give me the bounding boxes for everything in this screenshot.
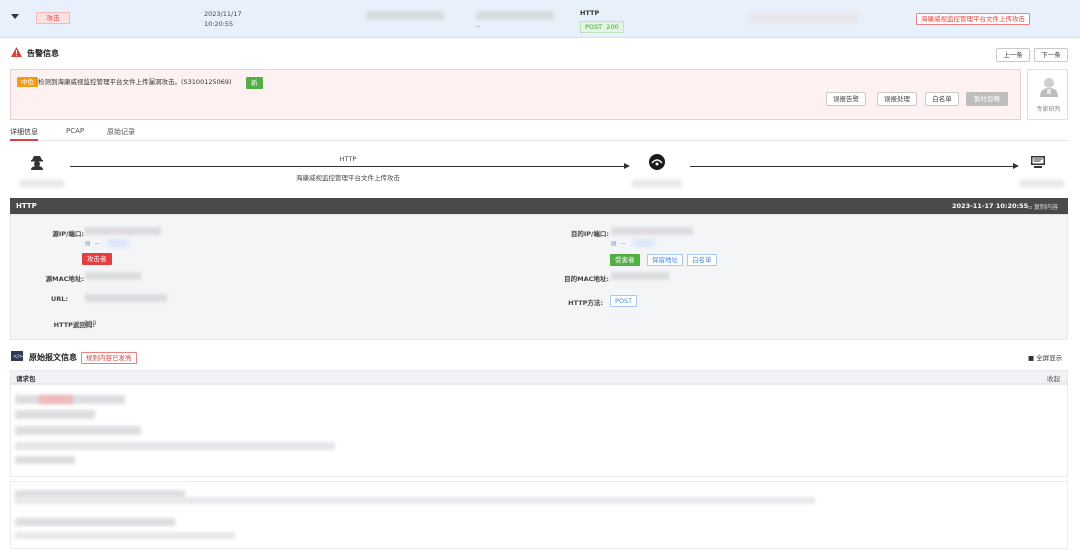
alert-box: 中危 检测到海康威视监控管理平台文件上传漏洞攻击。(S3100125069) 新… (10, 69, 1021, 120)
tab-details[interactable]: 详细信息 (10, 127, 38, 141)
raw-line-redacted (15, 518, 175, 526)
raw-line-redacted (15, 532, 235, 539)
code-value: 200 (84, 319, 97, 327)
flow-arrowhead-2-icon (1013, 163, 1019, 169)
raw-line-redacted (15, 497, 815, 504)
whitelist-button[interactable]: 白名单 (925, 92, 959, 106)
dst-ip-label: 目的IP/端口: (570, 230, 609, 238)
src-location-icon: ▤ (85, 240, 91, 247)
raw-highlight-redacted (39, 395, 73, 404)
ignore-button[interactable]: 暂时忽略 (966, 92, 1008, 106)
firewall-device-icon (648, 153, 666, 171)
src-port-redacted (107, 239, 129, 247)
attacker-tag: 攻击者 (82, 253, 112, 265)
dst-mac-redacted (611, 272, 669, 280)
prev-button[interactable]: 上一条 (996, 48, 1030, 62)
url-label: URL: (50, 295, 68, 303)
dst-port-redacted (633, 239, 655, 247)
attack-tag: 攻击 (36, 12, 70, 24)
flow-event: 海康威视监控管理平台文件上传攻击 (296, 174, 400, 182)
raw-packet-icon: </> (11, 351, 23, 361)
request-label: 请求包 (16, 375, 36, 383)
request-header-bar: 请求包 收起 (10, 370, 1068, 384)
raw-line-redacted (15, 426, 141, 435)
event-summary-row[interactable]: 攻击 2023/11/17 10:20:55 -- HTTP POST 200 … (0, 0, 1080, 38)
src-mac-label: 源MAC地址: (45, 275, 84, 283)
alert-message: 检测到海康威视监控管理平台文件上传漏洞攻击。(S3100125069) (38, 78, 232, 86)
dest-ip-redacted (476, 11, 554, 20)
svg-text:</>: </> (13, 354, 23, 360)
warning-icon (11, 47, 22, 57)
expert-review-card[interactable]: 专家研判 (1027, 69, 1068, 120)
dest-port-dash: -- (476, 23, 481, 30)
code-label: HTTP返回码: (53, 321, 95, 329)
dst-location-icon: ▤ (611, 240, 617, 247)
flow-protocol: HTTP (339, 155, 357, 163)
status-text: 200 (606, 23, 619, 31)
method-tag: POST (610, 295, 638, 307)
event-time: 10:20:55 (204, 20, 234, 28)
expert-label: 专家研判 (1036, 106, 1061, 113)
tab-pcap[interactable]: PCAP (66, 127, 84, 135)
url-redacted (85, 294, 167, 302)
fullscreen-button[interactable]: ■ 全屏显示 (1028, 352, 1062, 362)
false-alarm-button[interactable]: 误报告警 (826, 92, 866, 106)
http-header-bar: HTTP 2023-11-17 10:20:55 ▫ 复制内容 (10, 198, 1068, 214)
src-ip-redacted (85, 227, 161, 235)
src-port-dash: -- (95, 240, 100, 247)
fullscreen-icon: ■ (1028, 354, 1035, 362)
request-body-box (10, 481, 1068, 549)
event-name-tag: 海康威视监控管理平台文件上传攻击 (916, 13, 1030, 25)
flow-arrow-2 (690, 166, 1015, 167)
detail-tabs: 详细信息 PCAP 原始记录 (10, 124, 1068, 141)
raw-line-redacted (15, 410, 95, 419)
false-handle-button[interactable]: 误报处理 (877, 92, 917, 106)
http-timestamp: 2023-11-17 10:20:55 (952, 202, 1029, 210)
device-ip-redacted (632, 180, 682, 187)
protocol-label: HTTP (580, 9, 600, 17)
copy-label: 复制内容 (1034, 204, 1059, 211)
expand-caret-icon[interactable] (11, 14, 19, 19)
rule-highlight-tag: 规则内容已发亮 (81, 352, 137, 364)
victim-tag: 受害者 (610, 254, 640, 266)
attacker-ip-redacted (20, 180, 64, 187)
flow-arrow-1 (70, 166, 626, 167)
server-monitor-icon (1030, 155, 1046, 169)
flow-arrowhead-1-icon (624, 163, 630, 169)
expert-avatar-icon (1039, 76, 1059, 98)
event-date: 2023/11/17 (204, 10, 242, 18)
dst-ip-redacted (611, 227, 693, 235)
src-ip-label: 源IP/端口: (52, 230, 84, 238)
raw-line-redacted (15, 456, 75, 464)
method-status-tag: POST 200 (580, 21, 624, 33)
alert-section-title: 告警信息 (27, 49, 59, 58)
http-detail-panel: 源IP/端口: ▤ -- 攻击者 源MAC地址: URL: HTTP返回码: 2… (10, 214, 1068, 340)
dst-mac-label: 目的MAC地址: (564, 275, 609, 283)
severity-badge: 中危 (17, 77, 38, 87)
target-ip-redacted (1020, 180, 1064, 187)
raw-section-title: 原始报文信息 (29, 353, 77, 362)
method-text: POST (585, 23, 603, 31)
raw-line-redacted (15, 442, 335, 450)
attacker-icon (30, 155, 44, 170)
request-packet-box (10, 384, 1068, 477)
reserved-address-tag: 保留地址 (647, 254, 683, 266)
copy-icon: ▫ (1028, 204, 1033, 211)
whitelist-tag: 白名单 (687, 254, 717, 266)
fullscreen-label: 全屏显示 (1036, 354, 1063, 362)
dst-port-dash: -- (621, 240, 626, 247)
collapse-button[interactable]: 收起 (1047, 373, 1060, 383)
copy-content-button[interactable]: ▫ 复制内容 (1028, 202, 1058, 211)
method-label: HTTP方法: (568, 299, 603, 307)
device-redacted (748, 13, 858, 23)
next-button[interactable]: 下一条 (1034, 48, 1068, 62)
http-title: HTTP (16, 202, 37, 210)
src-mac-redacted (85, 272, 141, 280)
source-ip-redacted (366, 11, 444, 20)
tab-raw-log[interactable]: 原始记录 (107, 127, 135, 137)
new-badge: 新 (246, 77, 263, 89)
